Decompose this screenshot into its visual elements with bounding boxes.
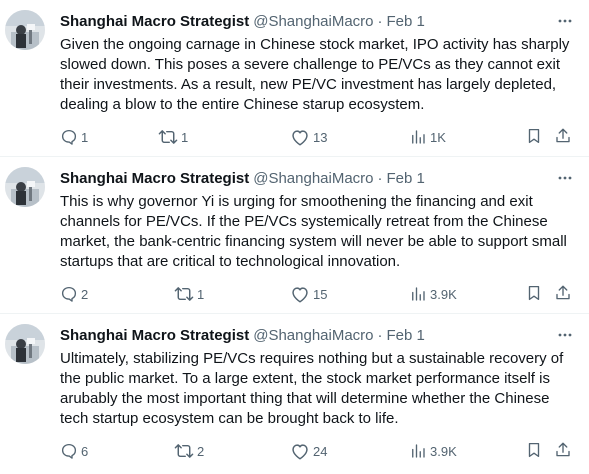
avatar[interactable] [5,167,45,207]
author-handle[interactable]: @ShanghaiMacro [253,327,373,344]
bookmark-icon [525,284,543,305]
bookmark-button[interactable] [525,441,543,461]
reply-button[interactable]: 6 [60,441,88,461]
retweet-button[interactable]: 2 [174,441,204,461]
retweet-icon [174,442,194,460]
views-count: 3.9K [430,286,457,302]
tweet-actions: 2 1 15 3.9K [60,284,577,304]
tweet-header: Shanghai Macro Strategist @ShanghaiMacro… [60,11,577,31]
bookmark-icon [525,441,543,462]
like-button[interactable]: 13 [290,127,327,147]
tweet-date[interactable]: Feb 1 [387,327,425,344]
separator: · [377,12,383,30]
reply-button[interactable]: 2 [60,284,88,304]
reply-count: 2 [81,286,89,302]
tweet-actions: 6 2 24 3.9K [60,441,577,461]
like-count: 13 [313,129,328,145]
like-icon [290,285,310,303]
tweet-date[interactable]: Feb 1 [387,13,425,30]
author-name[interactable]: Shanghai Macro Strategist [60,13,249,30]
separator: · [377,169,383,187]
reply-count: 6 [81,443,89,459]
tweet-header: Shanghai Macro Strategist @ShanghaiMacro… [60,325,577,345]
like-count: 15 [313,286,328,302]
tweet-header: Shanghai Macro Strategist @ShanghaiMacro… [60,168,577,188]
like-button[interactable]: 15 [290,284,327,304]
retweet-button[interactable]: 1 [174,284,204,304]
share-button[interactable] [554,284,572,304]
avatar[interactable] [5,10,45,50]
share-icon [554,284,572,305]
more-icon[interactable] [553,168,577,188]
views-count: 3.9K [430,443,457,459]
share-button[interactable] [554,441,572,461]
share-button[interactable] [554,127,572,147]
avatar[interactable] [5,324,45,364]
more-icon[interactable] [553,11,577,31]
author-name[interactable]: Shanghai Macro Strategist [60,327,249,344]
author-handle[interactable]: @ShanghaiMacro [253,13,373,30]
tweet[interactable]: Shanghai Macro Strategist @ShanghaiMacro… [0,157,589,314]
bookmark-button[interactable] [525,284,543,304]
views-icon [409,442,427,460]
views-icon [409,285,427,303]
retweet-icon [174,285,194,303]
like-count: 24 [313,443,328,459]
tweet-text: Given the ongoing carnage in Chinese sto… [60,36,570,113]
reply-icon [60,128,78,146]
author-handle[interactable]: @ShanghaiMacro [253,170,373,187]
like-button[interactable]: 24 [290,441,327,461]
views-button[interactable]: 3.9K [409,284,457,304]
retweet-count: 2 [197,443,205,459]
retweet-icon [158,128,178,146]
separator: · [377,326,383,344]
bookmark-icon [525,127,543,148]
like-icon [290,128,310,146]
reply-icon [60,442,78,460]
reply-button[interactable]: 1 [60,127,88,147]
retweet-count: 1 [197,286,205,302]
tweet-text: Ultimately, stabilizing PE/VCs requires … [60,350,564,427]
retweet-count: 1 [181,129,189,145]
tweet-date[interactable]: Feb 1 [387,170,425,187]
tweet[interactable]: Shanghai Macro Strategist @ShanghaiMacro… [0,314,589,474]
views-button[interactable]: 1K [409,127,446,147]
retweet-button[interactable]: 1 [158,127,188,147]
bookmark-button[interactable] [525,127,543,147]
reply-count: 1 [81,129,89,145]
views-count: 1K [430,129,446,145]
views-icon [409,128,427,146]
share-icon [554,127,572,148]
more-icon[interactable] [553,325,577,345]
share-icon [554,441,572,462]
author-name[interactable]: Shanghai Macro Strategist [60,170,249,187]
tweet[interactable]: Shanghai Macro Strategist @ShanghaiMacro… [0,0,589,157]
tweet-actions: 1 1 13 1K [60,127,577,147]
views-button[interactable]: 3.9K [409,441,457,461]
tweet-text: This is why governor Yi is urging for sm… [60,193,567,270]
reply-icon [60,285,78,303]
like-icon [290,442,310,460]
tweet-thread: Shanghai Macro Strategist @ShanghaiMacro… [0,0,589,474]
